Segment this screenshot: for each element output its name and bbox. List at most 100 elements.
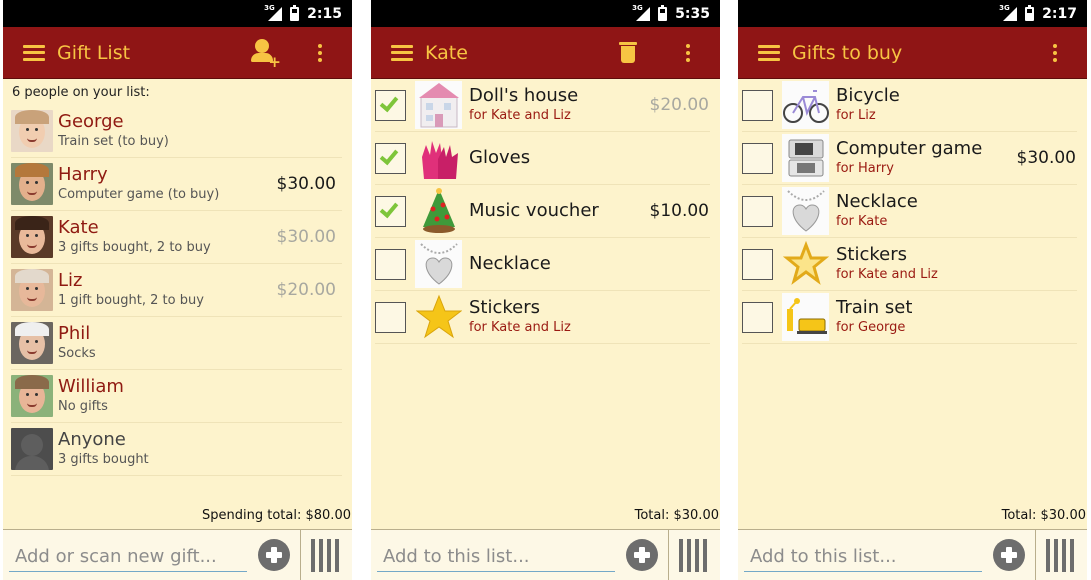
tree-thumbnail-icon bbox=[415, 187, 462, 235]
gift-row[interactable]: Gloves bbox=[375, 132, 710, 185]
bought-checkbox[interactable] bbox=[742, 301, 773, 333]
star-thumbnail-icon bbox=[415, 293, 462, 341]
gift-row[interactable]: Necklace for Kate bbox=[742, 185, 1077, 238]
gift-row[interactable]: Doll's house for Kate and Liz $20.00 bbox=[375, 79, 710, 132]
person-amount: $20.00 bbox=[276, 280, 336, 300]
app-title: Kate bbox=[425, 41, 468, 64]
person-avatar bbox=[11, 322, 53, 364]
person-name: Phil bbox=[58, 323, 91, 344]
gift-name: Gloves bbox=[469, 147, 531, 168]
people-count-header: 6 people on your list: bbox=[12, 85, 150, 100]
person-row[interactable]: George Train set (to buy) bbox=[11, 105, 342, 158]
bought-checkbox[interactable] bbox=[742, 142, 773, 174]
barcode-scan-icon[interactable] bbox=[679, 538, 707, 572]
divider bbox=[1035, 529, 1036, 580]
overflow-menu-button[interactable] bbox=[1035, 33, 1075, 73]
bought-checkbox[interactable] bbox=[375, 142, 406, 174]
person-row[interactable]: Phil Socks bbox=[11, 317, 342, 370]
bottom-bar bbox=[371, 529, 720, 580]
person-name: Kate bbox=[58, 217, 99, 238]
overflow-menu-icon bbox=[1053, 43, 1057, 62]
star-outline-thumbnail-icon bbox=[782, 240, 829, 288]
gift-list: Doll's house for Kate and Liz $20.00 Glo… bbox=[371, 79, 720, 344]
bottom-bar bbox=[3, 529, 352, 580]
person-summary: 3 gifts bought, 2 to buy bbox=[58, 240, 211, 255]
check-icon bbox=[379, 198, 399, 218]
divider bbox=[668, 529, 669, 580]
menu-icon[interactable] bbox=[758, 44, 780, 61]
signal-icon: 3G bbox=[999, 4, 1018, 21]
person-name: Harry bbox=[58, 164, 108, 185]
person-avatar bbox=[11, 216, 53, 258]
barcode-scan-icon[interactable] bbox=[311, 538, 339, 572]
status-time: 5:35 bbox=[675, 5, 710, 22]
gift-row[interactable]: Stickers for Kate and Liz bbox=[375, 291, 710, 344]
person-row[interactable]: Anyone 3 gifts bought bbox=[11, 423, 342, 476]
person-amount: $30.00 bbox=[276, 174, 336, 194]
gift-name: Bicycle bbox=[836, 85, 900, 106]
gift-row[interactable]: Train set for George bbox=[742, 291, 1077, 344]
overflow-menu-button[interactable] bbox=[300, 33, 340, 73]
bought-checkbox[interactable] bbox=[375, 248, 406, 280]
bought-checkbox[interactable] bbox=[375, 301, 406, 333]
bought-checkbox[interactable] bbox=[375, 89, 406, 121]
gift-row[interactable]: Music voucher $10.00 bbox=[375, 185, 710, 238]
person-avatar bbox=[11, 375, 53, 417]
add-icon[interactable] bbox=[993, 539, 1025, 571]
delete-button[interactable] bbox=[608, 33, 648, 73]
list-total: Total: $30.00 bbox=[634, 508, 719, 523]
gift-row[interactable]: Bicycle for Liz bbox=[742, 79, 1077, 132]
gift-recipient: for Kate and Liz bbox=[469, 108, 571, 123]
add-to-list-input[interactable] bbox=[377, 538, 615, 572]
overflow-menu-button[interactable] bbox=[668, 33, 708, 73]
person-row[interactable]: William No gifts bbox=[11, 370, 342, 423]
app-bar: Gift List + bbox=[3, 27, 352, 79]
gloves-thumbnail-icon bbox=[415, 134, 462, 182]
person-name: George bbox=[58, 111, 124, 132]
status-time: 2:15 bbox=[307, 5, 342, 22]
gift-name: Doll's house bbox=[469, 85, 579, 106]
people-list: George Train set (to buy) Harry Computer… bbox=[3, 105, 352, 476]
gift-recipient: for Harry bbox=[836, 161, 894, 176]
gift-amount: $20.00 bbox=[649, 95, 709, 115]
gift-name: Stickers bbox=[469, 297, 541, 318]
battery-icon bbox=[290, 4, 300, 21]
bought-checkbox[interactable] bbox=[742, 89, 773, 121]
app-bar: Gifts to buy bbox=[738, 27, 1087, 79]
gift-name: Computer game bbox=[836, 138, 983, 159]
add-icon[interactable] bbox=[258, 539, 290, 571]
add-gift-input[interactable] bbox=[9, 538, 247, 572]
gift-recipient: for Kate and Liz bbox=[469, 320, 571, 335]
battery-icon bbox=[1025, 4, 1035, 21]
bought-checkbox[interactable] bbox=[742, 195, 773, 227]
add-to-list-input[interactable] bbox=[744, 538, 982, 572]
person-row[interactable]: Kate 3 gifts bought, 2 to buy $30.00 bbox=[11, 211, 342, 264]
gift-name: Train set bbox=[836, 297, 913, 318]
person-avatar bbox=[11, 110, 53, 152]
gift-row[interactable]: Necklace bbox=[375, 238, 710, 291]
app-bar: Kate bbox=[371, 27, 720, 79]
gift-row[interactable]: Computer game for Harry $30.00 bbox=[742, 132, 1077, 185]
add-person-button[interactable]: + bbox=[244, 33, 284, 73]
status-time: 2:17 bbox=[1042, 5, 1077, 22]
battery-icon bbox=[658, 4, 668, 21]
necklace-thumbnail-icon bbox=[782, 187, 829, 235]
add-icon[interactable] bbox=[626, 539, 658, 571]
gift-recipient: for Liz bbox=[836, 108, 876, 123]
gift-row[interactable]: Stickers for Kate and Liz bbox=[742, 238, 1077, 291]
train-thumbnail-icon bbox=[782, 293, 829, 341]
gift-recipient: for George bbox=[836, 320, 906, 335]
trash-icon bbox=[619, 42, 637, 63]
bicycle-thumbnail-icon bbox=[782, 81, 829, 129]
person-row[interactable]: Harry Computer game (to buy) $30.00 bbox=[11, 158, 342, 211]
person-row[interactable]: Liz 1 gift bought, 2 to buy $20.00 bbox=[11, 264, 342, 317]
gift-name: Necklace bbox=[469, 253, 551, 274]
menu-icon[interactable] bbox=[23, 44, 45, 61]
bought-checkbox[interactable] bbox=[375, 195, 406, 227]
person-summary: Train set (to buy) bbox=[58, 134, 169, 149]
bought-checkbox[interactable] bbox=[742, 248, 773, 280]
spending-total: Spending total: $80.00 bbox=[202, 508, 351, 523]
person-name: Liz bbox=[58, 270, 83, 291]
barcode-scan-icon[interactable] bbox=[1046, 538, 1074, 572]
menu-icon[interactable] bbox=[391, 44, 413, 61]
